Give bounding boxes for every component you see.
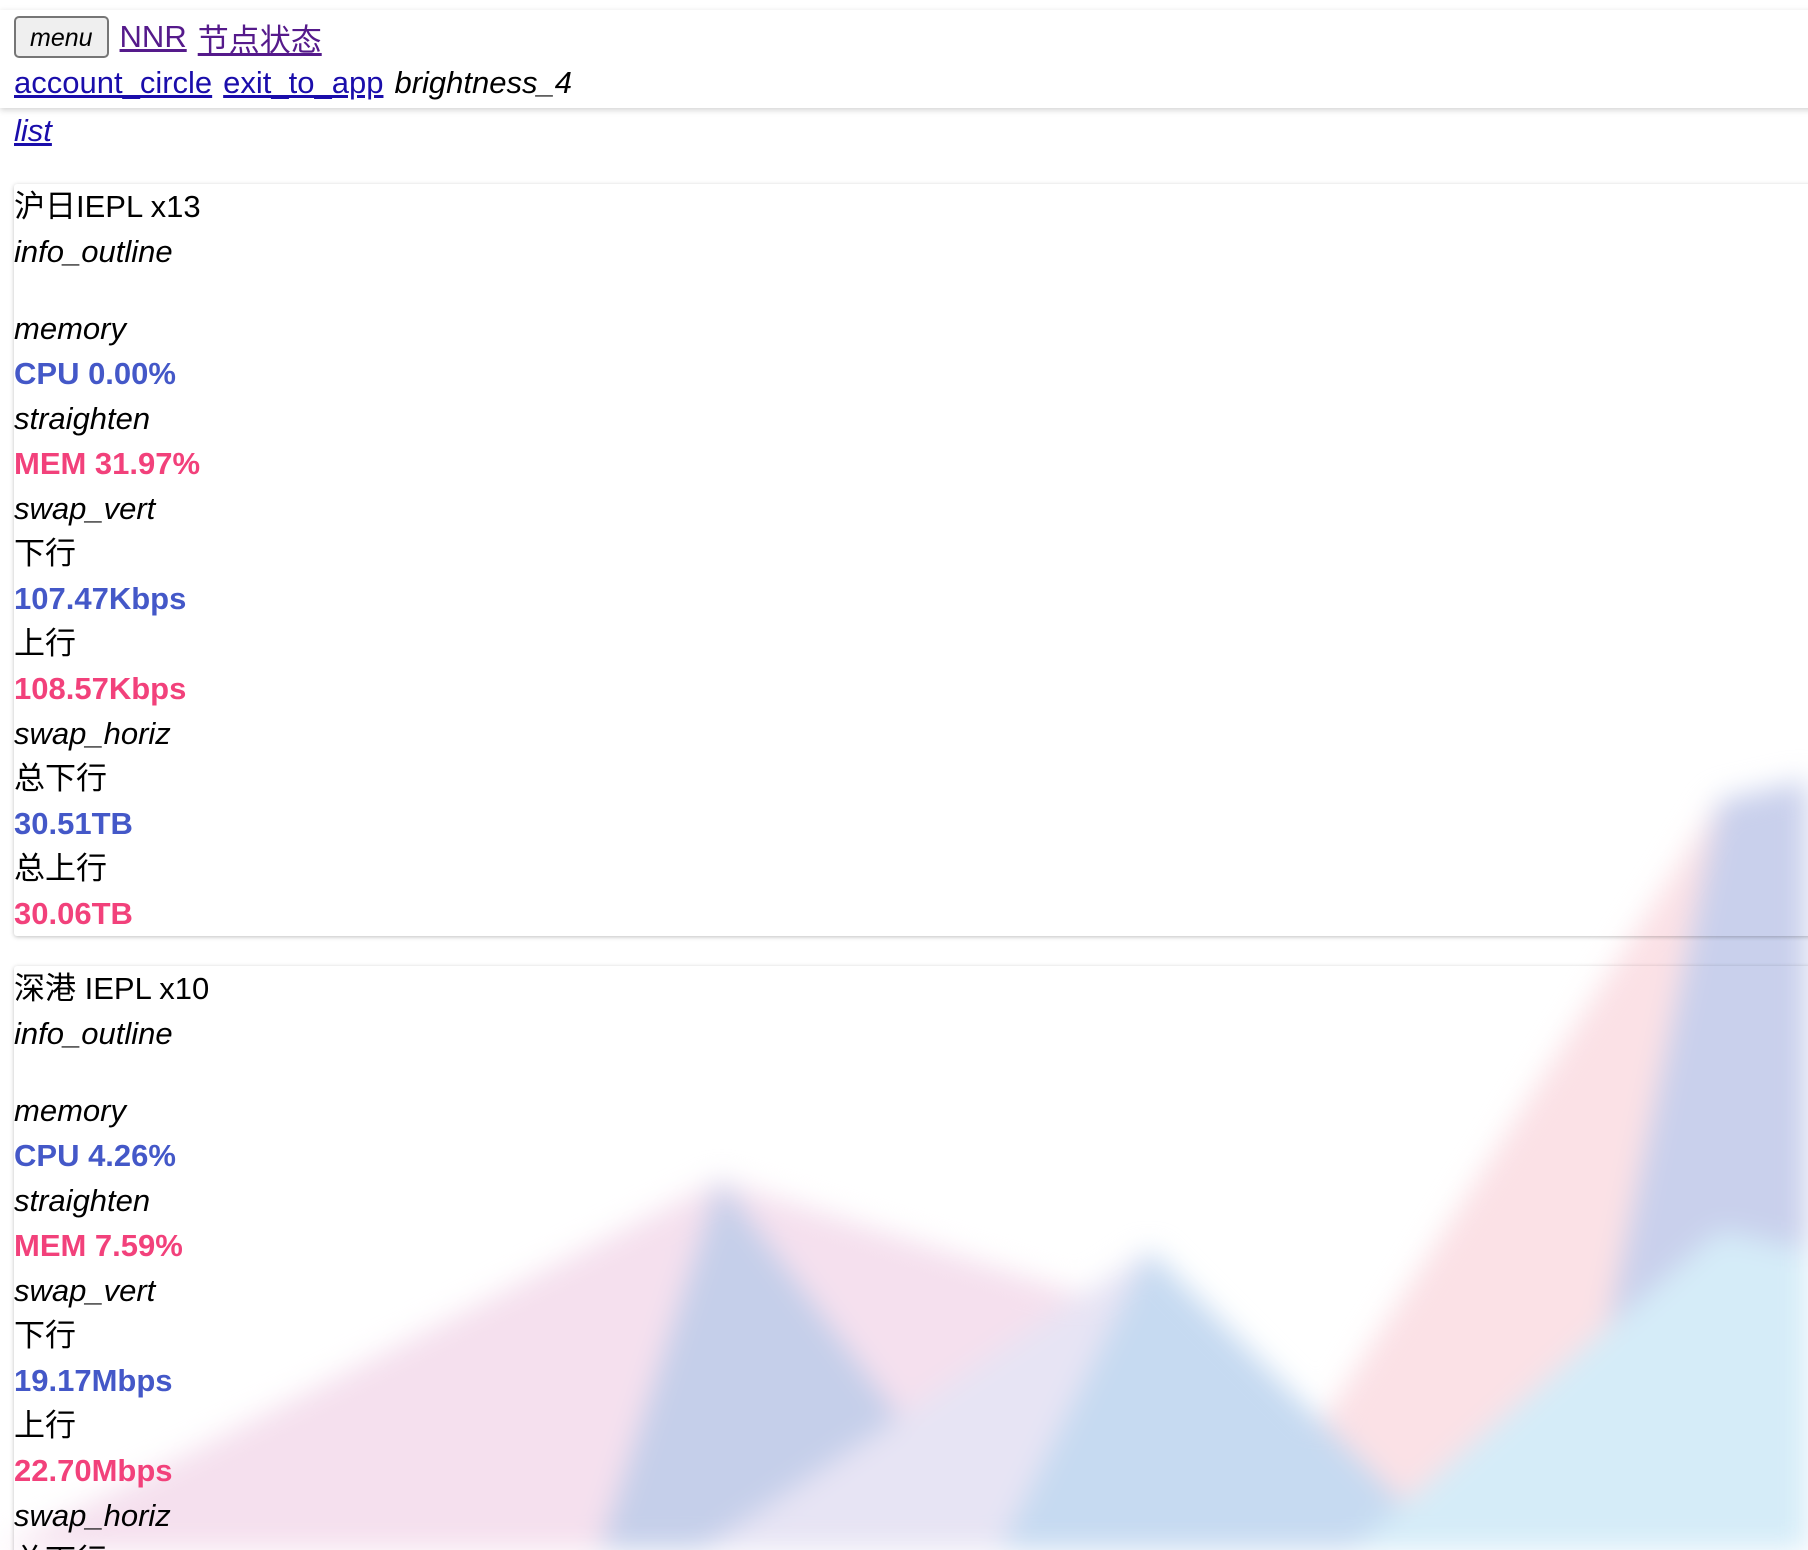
straighten-icon: straighten [14, 1183, 151, 1218]
total-down-value: 30.51TB [14, 806, 133, 841]
up-speed: 22.70Mbps [14, 1453, 173, 1488]
node-name: 深港 IEPL x10 [14, 971, 210, 1006]
exit-to-app-icon[interactable]: exit_to_app [223, 65, 383, 101]
nav-title-link[interactable]: 节点状态 [198, 15, 322, 60]
down-speed: 19.17Mbps [14, 1363, 173, 1398]
list-toggle-row: list [14, 108, 1808, 154]
total-up-value: 30.06TB [14, 896, 133, 931]
swap-vert-icon: swap_vert [14, 491, 156, 526]
cpu-value: CPU 0.00% [14, 356, 176, 391]
brand-link[interactable]: NNR [120, 19, 187, 55]
top-app-bar: menu NNR 节点状态 account_circle exit_to_app… [0, 10, 1808, 108]
mem-value: MEM 7.59% [14, 1228, 183, 1263]
swap-horiz-icon: swap_horiz [14, 716, 171, 751]
list-icon[interactable]: list [14, 113, 52, 149]
up-label: 上行 [14, 1408, 76, 1443]
toolbar-row-2: account_circle exit_to_app brightness_4 [14, 60, 1808, 106]
memory-icon: memory [14, 1093, 126, 1128]
menu-button[interactable]: menu [14, 16, 109, 58]
mem-value: MEM 31.97% [14, 446, 201, 481]
brightness-icon[interactable]: brightness_4 [394, 65, 572, 101]
down-label: 下行 [14, 536, 76, 571]
node-name: 沪日IEPL x13 [14, 189, 201, 224]
swap-horiz-icon: swap_horiz [14, 1498, 171, 1533]
up-label: 上行 [14, 626, 76, 661]
down-speed: 107.47Kbps [14, 581, 187, 616]
total-up-label: 总上行 [14, 851, 107, 886]
memory-icon: memory [14, 311, 126, 346]
info-outline-icon[interactable]: info_outline [14, 1011, 1808, 1056]
total-down-label: 总下行 [14, 761, 107, 796]
swap-vert-icon: swap_vert [14, 1273, 156, 1308]
toolbar-row-1: menu NNR 节点状态 [14, 14, 1808, 60]
account-circle-icon[interactable]: account_circle [14, 65, 212, 101]
straighten-icon: straighten [14, 401, 151, 436]
cpu-value: CPU 4.26% [14, 1138, 176, 1173]
up-speed: 108.57Kbps [14, 671, 187, 706]
node-card: 深港 IEPL x10 info_outline memory CPU 4.26… [14, 966, 1808, 1550]
node-card: 沪日IEPL x13 info_outline memory CPU 0.00%… [14, 184, 1808, 936]
info-outline-icon[interactable]: info_outline [14, 229, 1808, 274]
down-label: 下行 [14, 1318, 76, 1353]
page: menu NNR 节点状态 account_circle exit_to_app… [0, 0, 1808, 1550]
total-down-label: 总下行 [14, 1538, 1808, 1550]
